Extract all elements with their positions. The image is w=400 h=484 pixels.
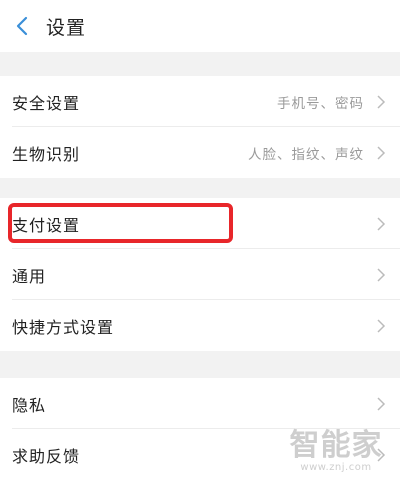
settings-item-biometrics[interactable]: 生物识别 人脸、指纹、声纹: [0, 127, 400, 178]
settings-item-value: 手机号、密码: [277, 95, 364, 112]
settings-item-label: 支付设置: [12, 215, 81, 235]
settings-item-label: 安全设置: [12, 93, 81, 113]
chevron-right-icon: [377, 447, 386, 462]
chevron-right-icon: [377, 216, 386, 231]
settings-item-label: 快捷方式设置: [12, 317, 115, 337]
settings-item-label: 通用: [12, 266, 47, 286]
settings-item-label: 隐私: [12, 395, 47, 415]
settings-item-label: 生物识别: [12, 144, 81, 164]
settings-item-value: 人脸、指纹、声纹: [248, 146, 364, 163]
chevron-right-icon: [377, 94, 386, 109]
settings-item-general[interactable]: 通用: [0, 249, 400, 300]
top-bar: 设置: [0, 0, 400, 52]
settings-group-support: 隐私 求助反馈: [0, 378, 400, 484]
settings-item-shortcuts[interactable]: 快捷方式设置: [0, 300, 400, 351]
settings-item-payment[interactable]: 支付设置: [0, 198, 400, 249]
settings-item-privacy[interactable]: 隐私: [0, 378, 400, 429]
chevron-right-icon: [377, 318, 386, 333]
back-button[interactable]: [12, 15, 32, 37]
chevron-right-icon: [377, 396, 386, 411]
chevron-right-icon: [377, 267, 386, 282]
settings-group-general: 支付设置 通用 快捷方式设置: [0, 198, 400, 351]
chevron-right-icon: [377, 145, 386, 160]
settings-item-label: 求助反馈: [12, 446, 81, 466]
settings-group-account: 安全设置 手机号、密码 生物识别 人脸、指纹、声纹: [0, 76, 400, 178]
settings-item-help-feedback[interactable]: 求助反馈: [0, 429, 400, 480]
page-title: 设置: [46, 17, 87, 39]
back-chevron-icon: [16, 16, 28, 36]
settings-item-security[interactable]: 安全设置 手机号、密码: [0, 76, 400, 127]
